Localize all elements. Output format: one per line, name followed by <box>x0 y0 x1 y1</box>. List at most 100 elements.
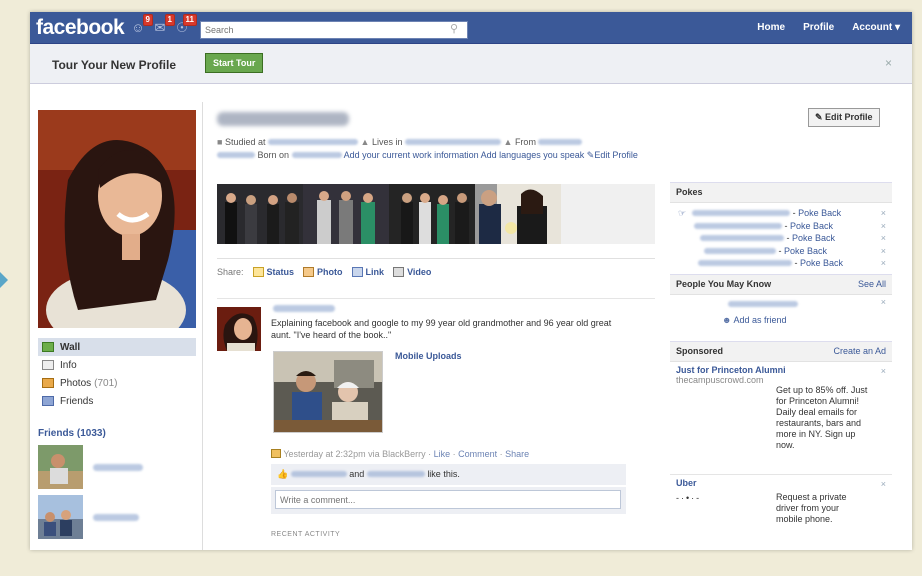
left-column: Wall Info Photos (701) Friends Friends (… <box>38 110 196 539</box>
redacted <box>217 152 255 158</box>
poker-redacted[interactable] <box>698 260 792 267</box>
close-icon[interactable]: × <box>881 208 886 218</box>
album-link[interactable]: Mobile Uploads <box>395 351 462 361</box>
friend-photo[interactable] <box>38 495 83 539</box>
pymk-item: × ☻ Add as friend <box>670 295 892 333</box>
likes-box: 👍 and like this. <box>271 464 626 485</box>
profile-nav: Wall Info Photos (701) Friends <box>38 338 196 410</box>
edit-profile-link[interactable]: Edit Profile <box>594 150 638 160</box>
share-photo-button[interactable]: Photo <box>303 267 343 277</box>
post-author-redacted[interactable] <box>273 305 335 312</box>
wall-post: Explaining facebook and google to my 99 … <box>217 298 655 538</box>
poke-back-link[interactable]: Poke Back <box>784 246 827 256</box>
poker-redacted[interactable] <box>694 222 782 229</box>
poke-back-link[interactable]: Poke Back <box>798 208 841 218</box>
poke-back-link[interactable]: Poke Back <box>790 221 833 231</box>
strip-photo[interactable] <box>303 184 389 244</box>
nav-account[interactable]: Account ▾ <box>852 22 900 33</box>
close-icon[interactable]: × <box>881 479 886 489</box>
search-icon[interactable]: ⚲ <box>450 22 458 35</box>
add-friend-icon: ☻ <box>722 314 732 325</box>
close-icon[interactable]: × <box>881 221 886 231</box>
ad-body: Request a private driver from your mobil… <box>776 491 847 524</box>
poker-redacted[interactable] <box>692 210 791 217</box>
uber-logo: -·•·- <box>676 492 702 503</box>
likes-joiner: and <box>349 469 365 479</box>
ad-item[interactable]: Uber -·•·- × Request a private driver fr… <box>670 473 892 524</box>
ad-title[interactable]: Just for Princeton Alumni <box>676 365 886 375</box>
sidebar-item-label: Friends <box>60 395 94 407</box>
main-column: ■ Studied at ▲ Lives in ▲ From Born on A… <box>202 102 662 550</box>
see-all-link[interactable]: See All <box>858 279 886 290</box>
post-avatar[interactable] <box>217 307 261 351</box>
friend-item[interactable] <box>38 495 196 539</box>
redacted <box>268 139 358 145</box>
redacted <box>291 152 342 158</box>
pokes-list: ☞ - Poke Back × - Poke Back × - Poke Back ×… <box>670 203 892 274</box>
redacted <box>538 139 583 145</box>
start-tour-button[interactable]: Start Tour <box>205 53 264 73</box>
sidebar-item-wall[interactable]: Wall <box>38 338 196 356</box>
notifications-icon[interactable]: ☉ 11 <box>174 14 197 36</box>
poker-redacted[interactable] <box>704 247 776 254</box>
close-icon[interactable]: × <box>881 246 886 256</box>
poke-back-link[interactable]: Poke Back <box>800 258 843 268</box>
close-icon[interactable]: × <box>881 233 886 243</box>
friend-item[interactable] <box>38 445 196 489</box>
share-video-button[interactable]: Video <box>393 267 431 277</box>
nav-profile[interactable]: Profile <box>803 22 834 33</box>
share-link[interactable]: Share <box>505 449 529 459</box>
ad-item[interactable]: Just for Princeton Alumni thecampuscrowd… <box>670 362 892 474</box>
friend-photo[interactable] <box>38 445 83 489</box>
add-work-link[interactable]: Add your current work information <box>344 150 479 160</box>
create-ad-link[interactable]: Create an Ad <box>833 346 886 357</box>
share-status-button[interactable]: Status <box>252 267 294 277</box>
ad-url: thecampuscrowd.com <box>676 374 764 385</box>
close-icon[interactable]: × <box>881 258 886 268</box>
friends-heading[interactable]: Friends (1033) <box>38 428 196 439</box>
profile-picture[interactable] <box>38 110 196 328</box>
poke-item: - Poke Back × <box>670 220 892 233</box>
profile-info: ■ Studied at ▲ Lives in ▲ From Born on A… <box>217 136 657 162</box>
edit-profile-button[interactable]: ✎ Edit Profile <box>808 108 880 127</box>
strip-photo[interactable] <box>389 184 475 244</box>
close-icon[interactable]: × <box>885 56 892 70</box>
like-link[interactable]: Like <box>434 449 451 459</box>
add-friend-link[interactable]: ☻ Add as friend <box>722 315 787 325</box>
suggestion-redacted[interactable] <box>728 300 798 307</box>
info-born-label: Born on <box>257 150 290 160</box>
strip-photo[interactable] <box>475 184 561 244</box>
strip-photo[interactable] <box>217 184 303 244</box>
sidebar-item-info[interactable]: Info <box>38 356 196 374</box>
ad-title[interactable]: Uber <box>676 478 886 488</box>
school-icon: ■ <box>217 137 223 147</box>
facebook-logo[interactable]: facebook <box>36 16 125 40</box>
share-link-button[interactable]: Link <box>351 267 384 277</box>
poke-item: - Poke Back × <box>670 245 892 258</box>
sponsored-box: Sponsored Create an Ad Just for Princeton… <box>670 340 892 524</box>
comment-input[interactable] <box>275 490 621 509</box>
pymk-heading: People You May Know See All <box>670 274 892 295</box>
poker-redacted[interactable] <box>700 235 784 242</box>
nav-home[interactable]: Home <box>757 22 785 33</box>
poke-back-link[interactable]: Poke Back <box>792 233 835 243</box>
ad-body: Get up to 85% off. Just for Princeton Al… <box>776 384 868 450</box>
liker-redacted[interactable] <box>366 471 425 477</box>
photos-count: (701) <box>94 377 118 389</box>
sidebar-item-photos[interactable]: Photos (701) <box>38 374 196 392</box>
sidebar-item-friends[interactable]: Friends <box>38 392 196 410</box>
messages-icon[interactable]: ✉ 1 <box>152 14 175 36</box>
close-icon[interactable]: × <box>881 297 886 307</box>
friends-icon <box>42 396 54 406</box>
pokes-heading: Pokes <box>670 183 892 203</box>
close-icon[interactable]: × <box>881 366 886 376</box>
add-languages-link[interactable]: Add languages you speak <box>481 150 585 160</box>
info-studied-label: Studied at <box>224 137 266 147</box>
profile-name-redacted <box>217 112 349 126</box>
search-input[interactable] <box>200 21 468 39</box>
comment-link[interactable]: Comment <box>458 449 497 459</box>
post-photo[interactable] <box>273 351 383 433</box>
liker-redacted[interactable] <box>290 471 347 477</box>
friend-requests-icon[interactable]: ☺ 9 <box>130 14 153 36</box>
home-icon: ▲ <box>360 137 370 147</box>
